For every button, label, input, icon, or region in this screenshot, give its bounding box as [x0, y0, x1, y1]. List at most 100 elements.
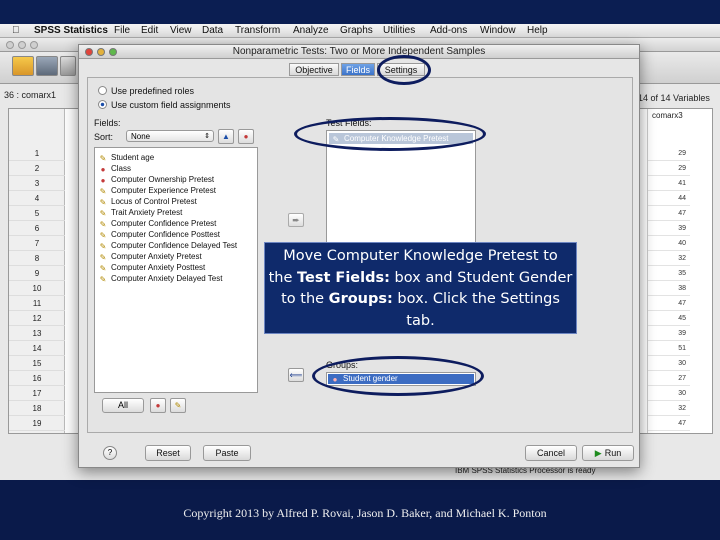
- data-cell[interactable]: 38: [648, 281, 690, 296]
- data-cell[interactable]: 29: [648, 146, 690, 161]
- menu-graphs[interactable]: Graphs: [340, 25, 373, 36]
- row-number[interactable]: 19: [9, 416, 65, 431]
- data-cell[interactable]: 39: [648, 326, 690, 341]
- data-cell[interactable]: 47: [648, 206, 690, 221]
- scale-ruler-icon: ✎: [99, 187, 107, 196]
- radio-custom-assignments[interactable]: Use custom field assignments: [98, 100, 231, 112]
- menu-edit[interactable]: Edit: [141, 25, 158, 36]
- minimize-icon[interactable]: [18, 41, 26, 49]
- list-item[interactable]: ✎ Trait Anxiety Pretest: [98, 207, 183, 218]
- row-number[interactable]: 17: [9, 386, 65, 401]
- row-number[interactable]: 3: [9, 176, 65, 191]
- data-cell[interactable]: 39: [648, 221, 690, 236]
- menu-app-name[interactable]: SPSS Statistics: [34, 25, 108, 36]
- filter-icon[interactable]: ●: [238, 129, 254, 144]
- list-item[interactable]: ✎ Computer Confidence Posttest: [98, 229, 220, 240]
- radio-button-on[interactable]: [98, 100, 107, 109]
- scale-ruler-icon: ✎: [99, 264, 107, 273]
- data-cell[interactable]: 47: [648, 296, 690, 311]
- sort-ascending-icon[interactable]: ▲: [218, 129, 234, 144]
- help-button[interactable]: ?: [103, 446, 117, 460]
- menu-window[interactable]: Window: [480, 25, 516, 36]
- data-cell[interactable]: 45: [648, 311, 690, 326]
- move-from-groups-arrow-icon[interactable]: ⟸: [288, 368, 304, 382]
- callout-line: tab.: [406, 312, 435, 329]
- menu-data[interactable]: Data: [202, 25, 223, 36]
- row-number[interactable]: 7: [9, 236, 65, 251]
- list-item[interactable]: ✎ Computer Experience Pretest: [98, 185, 216, 196]
- list-item[interactable]: ✎ Computer Anxiety Delayed Test: [98, 273, 223, 284]
- menu-addons[interactable]: Add-ons: [430, 25, 467, 36]
- row-number[interactable]: 18: [9, 401, 65, 416]
- menu-utilities[interactable]: Utilities: [383, 25, 415, 36]
- move-to-test-fields-arrow-icon[interactable]: ➨: [288, 213, 304, 227]
- list-item[interactable]: ● Computer Ownership Pretest: [98, 174, 215, 185]
- data-cell[interactable]: 27: [648, 371, 690, 386]
- row-number[interactable]: 4: [9, 191, 65, 206]
- tab-fields[interactable]: Fields: [341, 63, 375, 76]
- paste-button[interactable]: Paste: [203, 445, 251, 461]
- row-number[interactable]: 13: [9, 326, 65, 341]
- data-cell[interactable]: 51: [648, 341, 690, 356]
- radio-button-off[interactable]: [98, 86, 107, 95]
- row-number[interactable]: 14: [9, 341, 65, 356]
- menu-help[interactable]: Help: [527, 25, 548, 36]
- nominal-icon: ●: [100, 165, 106, 174]
- print-icon[interactable]: [60, 56, 76, 76]
- row-header-column: 1 2 3 4 5 6 7 8 9 10 11 12 13 14 15 16 1…: [9, 109, 65, 433]
- list-item-label: Computer Experience Pretest: [111, 186, 216, 195]
- data-cell[interactable]: 41: [648, 176, 690, 191]
- radio-predefined-roles[interactable]: Use predefined roles: [98, 86, 194, 98]
- all-button[interactable]: All: [102, 398, 144, 413]
- open-folder-icon[interactable]: [12, 56, 34, 76]
- menu-transform[interactable]: Transform: [235, 25, 280, 36]
- data-cell[interactable]: 47: [648, 416, 690, 431]
- list-item[interactable]: ✎ Computer Confidence Pretest: [98, 218, 217, 229]
- row-number[interactable]: 6: [9, 221, 65, 236]
- column-header[interactable]: comarx3: [652, 111, 683, 120]
- dialog-titlebar: Nonparametric Tests: Two or More Indepen…: [79, 45, 639, 59]
- row-number[interactable]: 10: [9, 281, 65, 296]
- menu-analyze[interactable]: Analyze: [293, 25, 329, 36]
- list-item[interactable]: ✎ Computer Anxiety Posttest: [98, 262, 206, 273]
- row-number[interactable]: 11: [9, 296, 65, 311]
- list-item[interactable]: ● Class: [98, 163, 131, 174]
- data-cell[interactable]: 40: [648, 236, 690, 251]
- row-number[interactable]: 8: [9, 251, 65, 266]
- row-number[interactable]: 16: [9, 371, 65, 386]
- data-cell[interactable]: 35: [648, 266, 690, 281]
- show-nominal-icon[interactable]: ●: [150, 398, 166, 413]
- close-icon[interactable]: [6, 41, 14, 49]
- row-number[interactable]: 15: [9, 356, 65, 371]
- data-cell[interactable]: 32: [648, 251, 690, 266]
- apple-menu-icon[interactable]: : [12, 25, 20, 36]
- tab-objective[interactable]: Objective: [289, 63, 339, 76]
- copyright-footer: Copyright 2013 by Alfred P. Rovai, Jason…: [183, 506, 547, 520]
- list-item[interactable]: ✎ Locus of Control Pretest: [98, 196, 197, 207]
- list-item[interactable]: ✎ Computer Anxiety Pretest: [98, 251, 202, 262]
- menu-view[interactable]: View: [170, 25, 192, 36]
- list-item[interactable]: ✎ Student age: [98, 152, 155, 163]
- row-number[interactable]: 5: [9, 206, 65, 221]
- row-number[interactable]: 9: [9, 266, 65, 281]
- data-cell[interactable]: 30: [648, 386, 690, 401]
- data-cell[interactable]: 30: [648, 356, 690, 371]
- list-item[interactable]: ✎ Computer Confidence Delayed Test: [98, 240, 238, 251]
- data-cell[interactable]: 32: [648, 401, 690, 416]
- show-scale-icon[interactable]: ✎: [170, 398, 186, 413]
- data-cell[interactable]: 44: [648, 191, 690, 206]
- row-number[interactable]: 1: [9, 146, 65, 161]
- menu-file[interactable]: File: [114, 25, 130, 36]
- row-number[interactable]: 12: [9, 311, 65, 326]
- row-number[interactable]: 2: [9, 161, 65, 176]
- reset-button[interactable]: Reset: [145, 445, 191, 461]
- save-icon[interactable]: [36, 56, 58, 76]
- run-button[interactable]: ▶ Run: [582, 445, 634, 461]
- fields-list[interactable]: ✎ Student age ● Class ● Computer Ownership …: [94, 147, 258, 393]
- cancel-button[interactable]: Cancel: [525, 445, 577, 461]
- sort-select[interactable]: None ⇕: [126, 130, 214, 142]
- zoom-icon[interactable]: [30, 41, 38, 49]
- scale-ruler-icon: ✎: [99, 198, 107, 207]
- dialog-title: Nonparametric Tests: Two or More Indepen…: [232, 46, 486, 57]
- data-cell[interactable]: 29: [648, 161, 690, 176]
